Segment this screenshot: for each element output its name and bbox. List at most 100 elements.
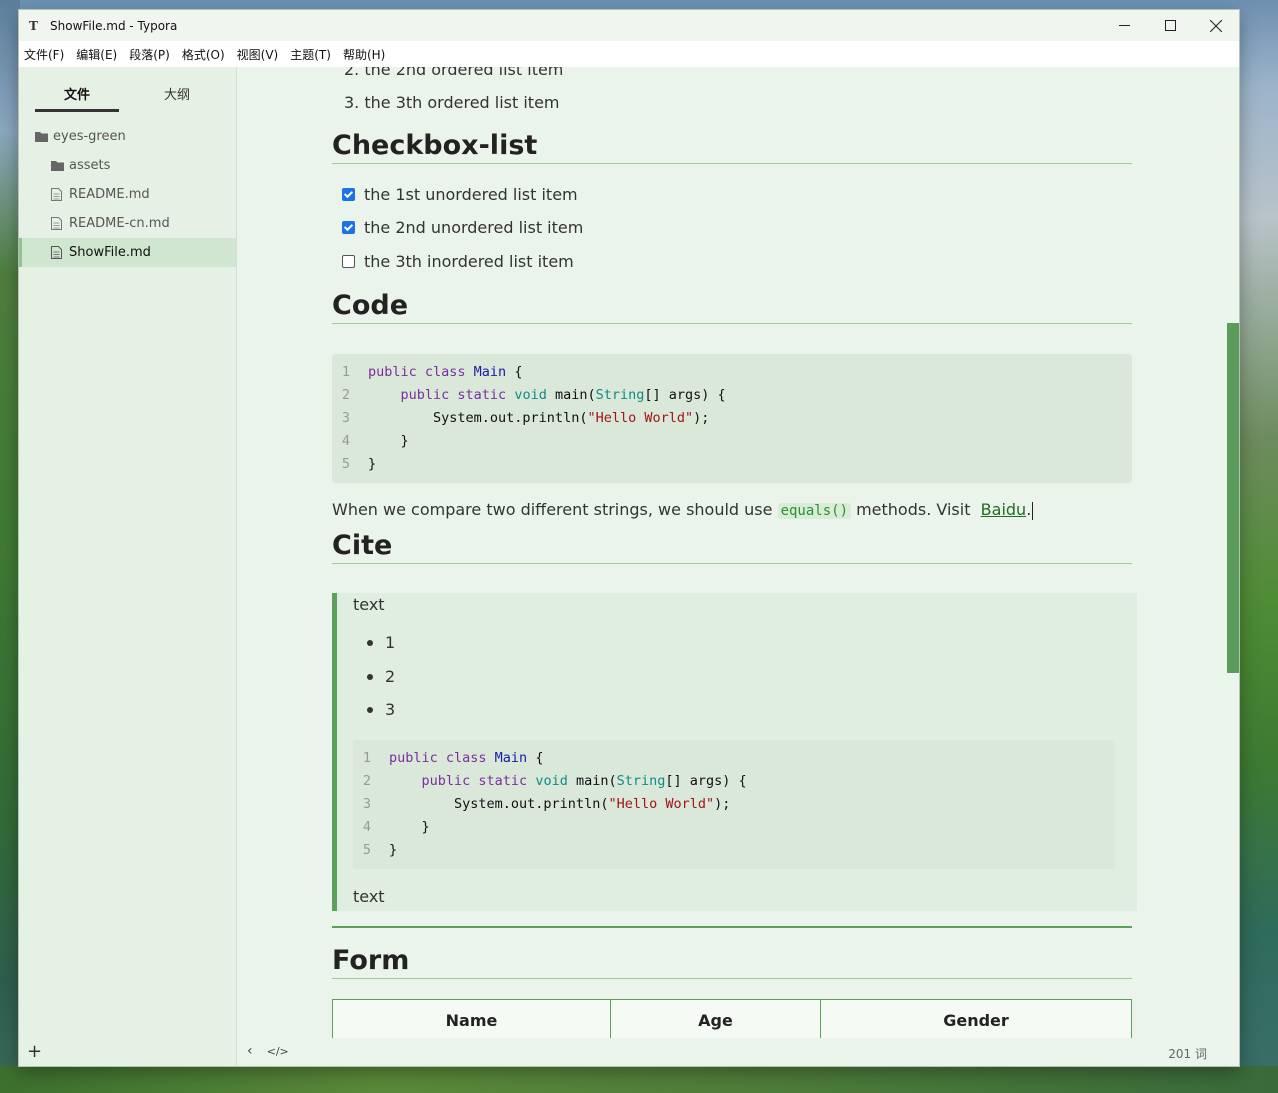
menu-file[interactable]: 文件(F) xyxy=(19,46,70,63)
code-token: public class xyxy=(389,749,495,766)
checkbox-checked[interactable] xyxy=(342,221,355,234)
close-icon xyxy=(1210,19,1222,32)
menu-help[interactable]: 帮助(H) xyxy=(337,46,391,63)
code-line: 3 System.out.println("Hello World"); xyxy=(332,406,709,429)
active-tab-indicator xyxy=(35,109,119,112)
window-title: ShowFile.md - Typora xyxy=(50,18,178,33)
menu-format[interactable]: 格式(O) xyxy=(176,46,231,63)
quote-code-block[interactable]: 1 public class Main {2 public static void… xyxy=(353,740,1115,869)
line-number: 2 xyxy=(362,772,372,789)
code-token: Main xyxy=(473,363,507,380)
code-token: void xyxy=(535,772,576,789)
table-header-age[interactable]: Age xyxy=(610,999,821,1041)
maximize-icon xyxy=(1164,20,1176,31)
status-bar: ‹ </> 201 词 xyxy=(237,1038,1227,1066)
add-file-button[interactable]: + xyxy=(27,1041,42,1062)
file-tree: eyes-green assets README.md README-cn.md xyxy=(19,122,236,267)
ordered-list-item: 2. the 2nd ordered list item xyxy=(344,67,564,79)
toggle-sidebar-button[interactable]: ‹ xyxy=(247,1043,253,1059)
close-button[interactable] xyxy=(1193,10,1239,41)
line-number: 2 xyxy=(341,386,351,403)
tree-item-eyes-green[interactable]: eyes-green xyxy=(19,122,236,151)
code-line: 1 public class Main { xyxy=(332,360,523,383)
file-icon xyxy=(51,217,65,230)
menu-theme[interactable]: 主题(T) xyxy=(284,46,337,63)
code-token: } xyxy=(368,455,377,472)
ordered-list-item: 3. the 3th ordered list item xyxy=(344,93,560,112)
code-token: String xyxy=(616,772,666,789)
quote-list-label: 1 xyxy=(385,633,396,652)
text-caret xyxy=(1032,501,1034,520)
quote-text: text xyxy=(353,595,385,614)
checkbox-unchecked[interactable] xyxy=(342,255,355,268)
quote-list-label: 2 xyxy=(385,667,396,686)
line-number: 4 xyxy=(362,818,372,835)
quote-list-item: 3 xyxy=(367,700,395,719)
code-line: 4 } xyxy=(353,815,430,838)
checkbox-item: the 2nd unordered list item xyxy=(342,218,583,237)
table-header-gender[interactable]: Gender xyxy=(820,999,1132,1041)
tab-files[interactable]: 文件 xyxy=(64,84,90,103)
menu-bar: 文件(F) 编辑(E) 段落(P) 格式(O) 视图(V) 主题(T) 帮助(H… xyxy=(19,41,1239,67)
link-baidu[interactable]: Baidu xyxy=(981,500,1027,519)
file-icon xyxy=(51,246,65,259)
menu-paragraph[interactable]: 段落(P) xyxy=(123,46,176,63)
code-line: 2 public static void main(String[] args)… xyxy=(353,769,747,792)
checkbox-checked[interactable] xyxy=(342,188,355,201)
heading-form: Form xyxy=(332,945,1132,979)
code-token: void xyxy=(514,386,555,403)
word-count[interactable]: 201 词 xyxy=(1168,1045,1207,1062)
code-token: } xyxy=(389,841,398,858)
code-token: main( xyxy=(554,386,596,403)
tree-item-readme[interactable]: README.md xyxy=(19,180,236,209)
window-controls xyxy=(1101,10,1239,41)
line-number: 5 xyxy=(341,455,351,472)
code-token: [] args) { xyxy=(644,386,726,403)
folder-icon xyxy=(35,131,49,143)
code-line: 5} xyxy=(353,838,397,861)
horizontal-rule xyxy=(332,926,1132,928)
code-line: 4 } xyxy=(332,429,409,452)
line-number: 5 xyxy=(362,841,372,858)
inline-code: equals() xyxy=(777,503,851,519)
code-block[interactable]: 1 public class Main { 2 public static void… xyxy=(332,354,1132,483)
code-token: System.out.println( xyxy=(368,409,588,426)
tab-outline[interactable]: 大纲 xyxy=(164,84,190,103)
tree-item-label: assets xyxy=(69,158,111,173)
code-token: "Hello World" xyxy=(608,795,715,812)
tree-item-assets[interactable]: assets xyxy=(19,151,236,180)
scrollbar-thumb[interactable] xyxy=(1227,323,1239,673)
checkbox-item: the 1st unordered list item xyxy=(342,185,578,204)
editor-area[interactable]: 2. the 2nd ordered list item 3. the 3th … xyxy=(237,67,1227,1066)
desktop-wallpaper-bottom xyxy=(0,1066,1278,1093)
code-line: 3 System.out.println("Hello World"); xyxy=(353,792,730,815)
source-mode-button[interactable]: </> xyxy=(267,1045,289,1059)
quote-list-item: 1 xyxy=(367,633,395,652)
checkbox-label: the 3th inordered list item xyxy=(364,252,574,271)
code-token: public static xyxy=(400,386,515,403)
code-token: public static xyxy=(421,772,536,789)
tree-item-showfile[interactable]: ShowFile.md xyxy=(19,238,236,267)
code-token: { xyxy=(527,749,544,766)
data-table: Name Age Gender xyxy=(332,999,1132,1041)
menu-view[interactable]: 视图(V) xyxy=(231,46,285,63)
code-token: String xyxy=(595,386,645,403)
vertical-scrollbar[interactable] xyxy=(1227,67,1239,1066)
code-token: } xyxy=(368,432,409,449)
code-token: Main xyxy=(494,749,528,766)
checkbox-label: the 1st unordered list item xyxy=(364,185,578,204)
maximize-button[interactable] xyxy=(1147,10,1193,41)
tree-item-label: README-cn.md xyxy=(69,216,170,231)
paragraph: When we compare two different strings, w… xyxy=(332,500,1034,520)
code-line: 1 public class Main { xyxy=(353,746,544,769)
minimize-button[interactable] xyxy=(1101,10,1147,41)
code-token: public class xyxy=(368,363,474,380)
tree-item-readme-cn[interactable]: README-cn.md xyxy=(19,209,236,238)
table-header-name[interactable]: Name xyxy=(332,999,611,1041)
code-token: [] args) { xyxy=(665,772,747,789)
quote-list-label: 3 xyxy=(385,700,396,719)
title-bar[interactable]: T ShowFile.md - Typora xyxy=(19,10,1239,41)
menu-edit[interactable]: 编辑(E) xyxy=(70,46,123,63)
paragraph-text: . xyxy=(1026,500,1032,519)
table-header-row: Name Age Gender xyxy=(332,999,1132,1041)
